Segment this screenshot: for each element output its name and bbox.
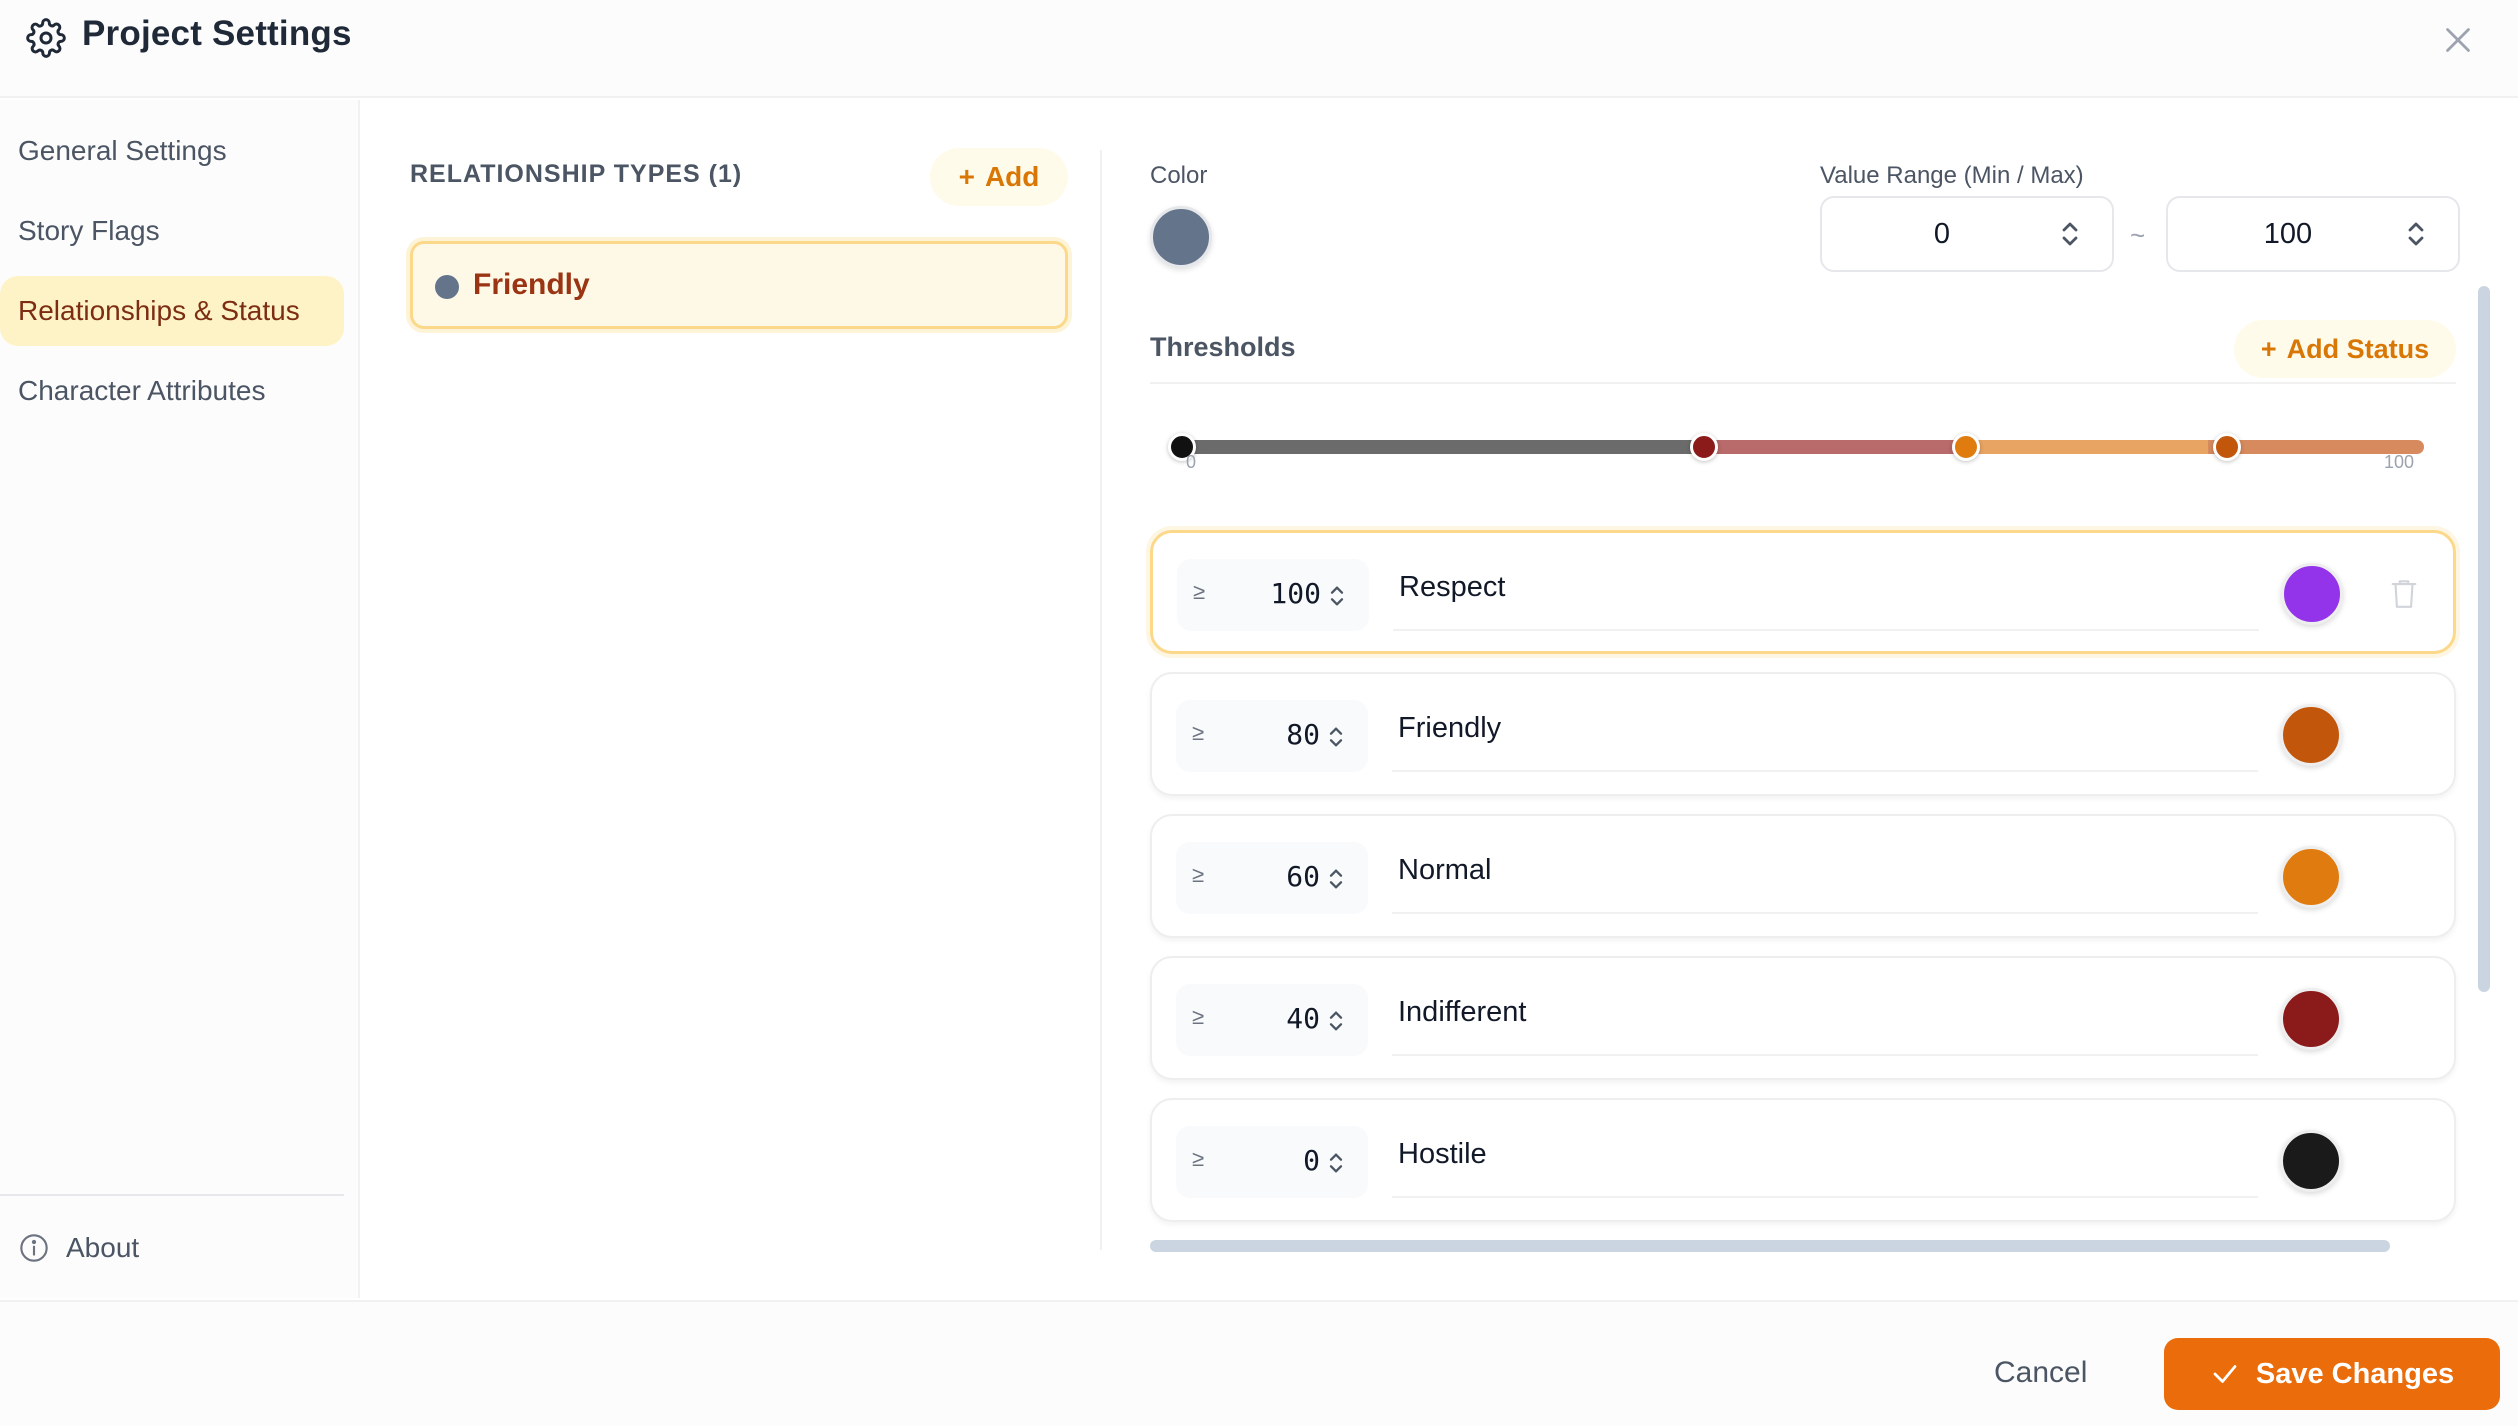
threshold-label-input[interactable]: Normal	[1398, 854, 1491, 887]
threshold-color-swatch[interactable]	[2280, 704, 2342, 766]
min-value-input[interactable]: 0	[1820, 196, 2114, 272]
threshold-value: 60	[1286, 860, 1320, 893]
range-separator: ~	[2130, 220, 2146, 250]
label-underline	[1392, 1054, 2258, 1056]
close-icon[interactable]	[2440, 22, 2476, 58]
check-icon	[2213, 1365, 2237, 1383]
threshold-label-input[interactable]: Respect	[1399, 571, 1505, 604]
relationship-type-item[interactable]: Friendly	[410, 241, 1068, 329]
column-divider	[1100, 150, 1102, 1250]
gte-symbol: ≥	[1192, 720, 1205, 745]
max-value-input[interactable]: 100	[2166, 196, 2460, 272]
threshold-row[interactable]: ≥ 40 Indifferent	[1150, 956, 2456, 1080]
label-underline	[1392, 912, 2258, 914]
stepper-icon[interactable]	[1327, 581, 1347, 611]
stepper-icon[interactable]	[1326, 722, 1346, 752]
stepper-icon[interactable]	[1326, 1148, 1346, 1178]
gear-icon	[26, 18, 66, 58]
gte-symbol: ≥	[1192, 862, 1205, 887]
stepper-icon[interactable]	[2058, 218, 2082, 250]
add-status-label: Add Status	[2286, 333, 2430, 364]
threshold-value: 100	[1270, 577, 1321, 610]
threshold-value: 0	[1303, 1144, 1320, 1177]
save-label: Save Changes	[2255, 1357, 2455, 1390]
threshold-color-swatch[interactable]	[2280, 988, 2342, 1050]
threshold-color-swatch[interactable]	[2281, 563, 2343, 625]
slider-segment-hostile	[1182, 440, 1704, 454]
about-link[interactable]: About	[18, 1228, 139, 1268]
thresholds-divider	[1150, 382, 2456, 384]
threshold-color-swatch[interactable]	[2280, 1130, 2342, 1192]
slider-segment-normal	[1955, 440, 2208, 454]
sidebar-item-story-flags[interactable]: Story Flags	[0, 196, 344, 266]
type-color-dot	[435, 275, 459, 299]
type-name: Friendly	[473, 268, 590, 301]
slider-max-tick: 100	[2384, 452, 2415, 472]
plus-icon: +	[958, 161, 975, 192]
add-label: Add	[984, 161, 1040, 192]
threshold-label-input[interactable]: Hostile	[1398, 1138, 1487, 1171]
threshold-row[interactable]: ≥ 60 Normal	[1150, 814, 2456, 938]
relationship-types-header: RELATIONSHIP TYPES (1)	[410, 160, 743, 188]
threshold-label-input[interactable]: Friendly	[1398, 712, 1501, 745]
threshold-value-input[interactable]: ≥ 40	[1176, 984, 1368, 1056]
stepper-icon[interactable]	[2404, 218, 2428, 250]
plus-icon: +	[2260, 333, 2277, 364]
threshold-row[interactable]: ≥ 0 Hostile	[1150, 1098, 2456, 1222]
stepper-icon[interactable]	[1326, 1006, 1346, 1036]
thresholds-label: Thresholds	[1150, 332, 1296, 362]
threshold-row[interactable]: ≥ 100 Respect	[1150, 530, 2456, 654]
sidebar-item-relationships-status[interactable]: Relationships & Status	[0, 276, 344, 346]
horizontal-scrollbar[interactable]	[1150, 1240, 2390, 1252]
sidebar-item-general-settings[interactable]: General Settings	[0, 116, 344, 186]
settings-sidebar: General Settings Story Flags Relationshi…	[0, 100, 360, 1298]
slider-knob-80[interactable]	[2213, 433, 2241, 461]
gte-symbol: ≥	[1192, 1004, 1205, 1029]
save-changes-button[interactable]: Save Changes	[2164, 1338, 2500, 1410]
cancel-button[interactable]: Cancel	[1994, 1356, 2087, 1390]
dialog-header: Project Settings	[0, 0, 2518, 98]
add-relationship-type-button[interactable]: + Add	[930, 148, 1068, 206]
threshold-value: 80	[1286, 718, 1320, 751]
value-range-label: Value Range (Min / Max)	[1820, 162, 2084, 189]
trash-icon[interactable]	[2389, 577, 2419, 611]
project-settings-dialog: Project Settings General Settings Story …	[0, 0, 2518, 1426]
sidebar-divider	[0, 1194, 344, 1196]
threshold-value: 40	[1286, 1002, 1320, 1035]
threshold-value-input[interactable]: ≥ 80	[1176, 700, 1368, 772]
slider-min-tick: 0	[1186, 452, 1197, 472]
slider-knob-40[interactable]	[1690, 433, 1718, 461]
about-label: About	[66, 1232, 140, 1263]
threshold-color-swatch[interactable]	[2280, 846, 2342, 908]
label-underline	[1392, 1196, 2258, 1198]
dialog-title: Project Settings	[82, 14, 352, 53]
min-value: 0	[1933, 218, 1951, 250]
stepper-icon[interactable]	[1326, 864, 1346, 894]
max-value: 100	[2263, 218, 2313, 250]
color-label: Color	[1150, 162, 1208, 189]
color-picker-swatch[interactable]	[1150, 206, 1212, 268]
add-status-button[interactable]: + Add Status	[2234, 320, 2456, 378]
threshold-value-input[interactable]: ≥ 0	[1176, 1126, 1368, 1198]
label-underline	[1392, 770, 2258, 772]
label-underline	[1393, 629, 2259, 631]
threshold-value-input[interactable]: ≥ 60	[1176, 842, 1368, 914]
dialog-footer: Cancel Save Changes	[0, 1300, 2518, 1426]
threshold-row[interactable]: ≥ 80 Friendly	[1150, 672, 2456, 796]
threshold-value-input[interactable]: ≥ 100	[1177, 559, 1369, 631]
gte-symbol: ≥	[1193, 579, 1206, 604]
gte-symbol: ≥	[1192, 1146, 1205, 1171]
vertical-scrollbar[interactable]	[2478, 286, 2490, 992]
threshold-label-input[interactable]: Indifferent	[1398, 996, 1526, 1029]
slider-segment-indifferent	[1704, 440, 1955, 454]
sidebar-item-character-attributes[interactable]: Character Attributes	[0, 356, 344, 426]
slider-knob-60[interactable]	[1952, 433, 1980, 461]
info-icon	[20, 1234, 48, 1262]
